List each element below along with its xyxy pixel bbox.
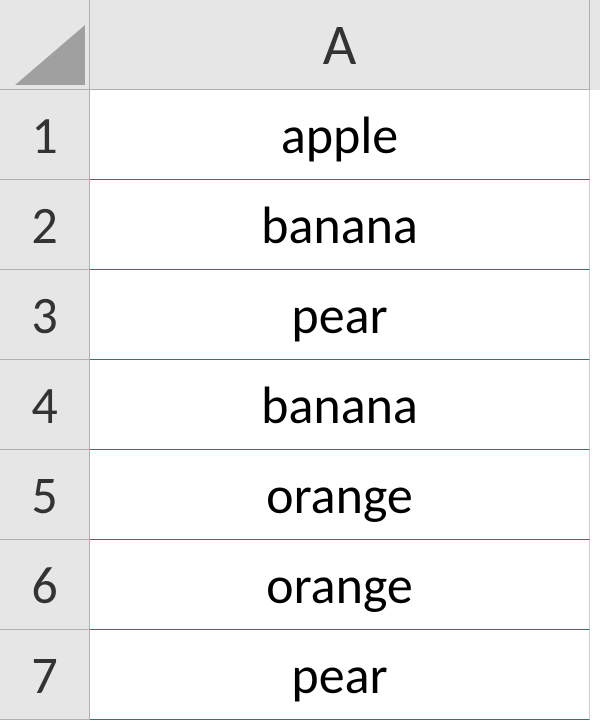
row-header-3[interactable]: 3	[0, 270, 90, 360]
cell-a2[interactable]: banana	[90, 180, 590, 270]
cell-a4[interactable]: banana	[90, 360, 590, 450]
spreadsheet-grid: A 1 apple 2 banana 3 pear 4 banana 5 ora…	[0, 0, 600, 720]
cell-edge	[590, 450, 600, 540]
column-header-row: A	[0, 0, 600, 90]
row-header-6[interactable]: 6	[0, 540, 90, 630]
cell-a6[interactable]: orange	[90, 540, 590, 630]
cell-edge	[590, 540, 600, 630]
table-row: 6 orange	[0, 540, 600, 630]
select-all-corner[interactable]	[0, 0, 90, 90]
cell-edge	[590, 90, 600, 180]
column-header-a[interactable]: A	[90, 0, 590, 90]
table-row: 2 banana	[0, 180, 600, 270]
table-row: 3 pear	[0, 270, 600, 360]
row-header-4[interactable]: 4	[0, 360, 90, 450]
cell-a3[interactable]: pear	[90, 270, 590, 360]
column-edge	[590, 0, 600, 90]
row-header-5[interactable]: 5	[0, 450, 90, 540]
row-header-1[interactable]: 1	[0, 90, 90, 180]
cell-a7[interactable]: pear	[90, 630, 590, 720]
cell-edge	[590, 270, 600, 360]
row-header-2[interactable]: 2	[0, 180, 90, 270]
cell-edge	[590, 630, 600, 720]
row-header-7[interactable]: 7	[0, 630, 90, 720]
cell-a1[interactable]: apple	[90, 90, 590, 180]
table-row: 4 banana	[0, 360, 600, 450]
cell-a5[interactable]: orange	[90, 450, 590, 540]
table-row: 7 pear	[0, 630, 600, 720]
select-all-triangle-icon	[15, 25, 85, 85]
table-row: 5 orange	[0, 450, 600, 540]
cell-edge	[590, 180, 600, 270]
table-row: 1 apple	[0, 90, 600, 180]
cell-edge	[590, 360, 600, 450]
